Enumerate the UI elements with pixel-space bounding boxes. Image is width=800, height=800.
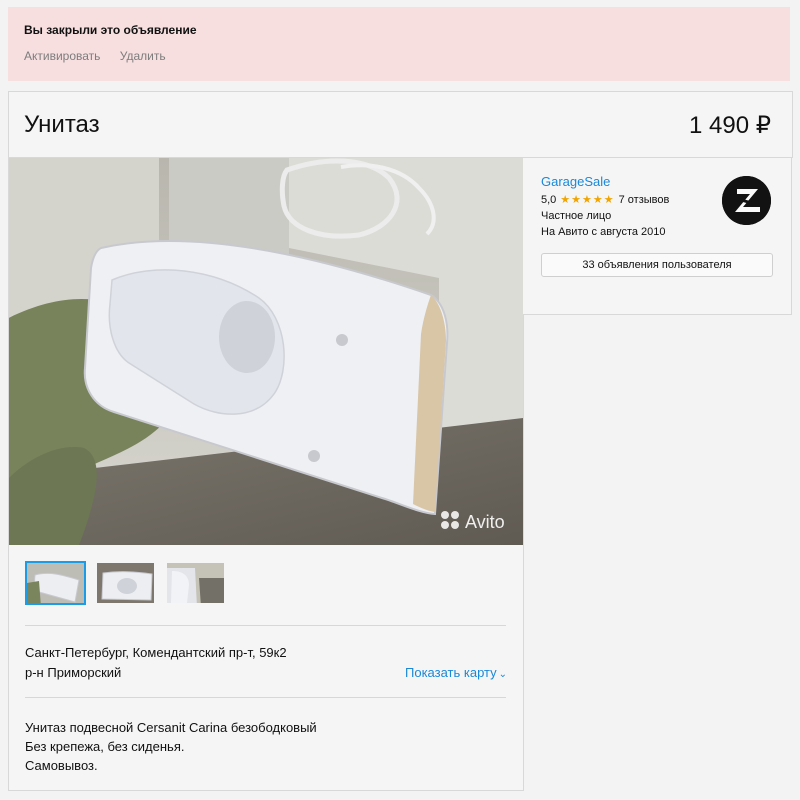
item-content: Avito Санкт-Петербург, Комендантский пр-…: [8, 158, 524, 791]
thumbnail-3[interactable]: [165, 561, 226, 605]
chevron-down-icon: ⌄: [498, 669, 508, 680]
item-price: 1 490 ₽: [689, 112, 771, 139]
seller-avatar[interactable]: [722, 176, 771, 225]
location-divider-top: [25, 625, 506, 626]
item-description: Унитаз подвесной Cersanit Carina безобод…: [25, 718, 317, 775]
main-photo-image: Avito: [9, 158, 523, 545]
z-logo-icon: [722, 176, 771, 225]
item-title: Унитаз: [24, 111, 100, 138]
seller-type: Частное лицо: [541, 210, 612, 222]
seller-rating: 5,0 ★★★★★ 7 отзывов: [541, 193, 669, 206]
thumbnail-2[interactable]: [95, 561, 156, 605]
description-line: Унитаз подвесной Cersanit Carina безобод…: [25, 720, 317, 735]
thumbnail-strip: [25, 561, 226, 605]
star-rating-icon: ★★★★★: [560, 194, 615, 206]
address: Санкт-Петербург, Комендантский пр-т, 59к…: [25, 645, 287, 660]
user-listings-button[interactable]: 33 объявления пользователя: [541, 253, 773, 277]
svg-text:Avito: Avito: [465, 512, 505, 532]
delete-link[interactable]: Удалить: [120, 49, 166, 63]
seller-card: GarageSale 5,0 ★★★★★ 7 отзывов Частное лиц…: [523, 158, 792, 315]
location-divider-bottom: [25, 697, 506, 698]
closed-ad-banner: Вы закрыли это объявление Активировать У…: [8, 7, 790, 81]
district: р-н Приморский: [25, 665, 122, 680]
item-header: Унитаз 1 490 ₽: [8, 91, 793, 158]
reviews-link[interactable]: 7 отзывов: [619, 194, 670, 206]
show-map-label: Показать карту: [405, 665, 497, 680]
show-map-link[interactable]: Показать карту ⌄: [405, 665, 507, 680]
thumbnail-1[interactable]: [25, 561, 86, 605]
description-line: Без крепежа, без сиденья.: [25, 739, 185, 754]
seller-since: На Авито с августа 2010: [541, 226, 666, 238]
closed-ad-title: Вы закрыли это объявление: [24, 23, 197, 37]
banner-actions: Активировать Удалить: [24, 49, 182, 63]
main-photo[interactable]: Avito: [9, 158, 523, 545]
rating-value: 5,0: [541, 194, 557, 206]
activate-link[interactable]: Активировать: [24, 49, 100, 63]
seller-name-link[interactable]: GarageSale: [541, 174, 610, 189]
description-line: Самовывоз.: [25, 758, 98, 773]
